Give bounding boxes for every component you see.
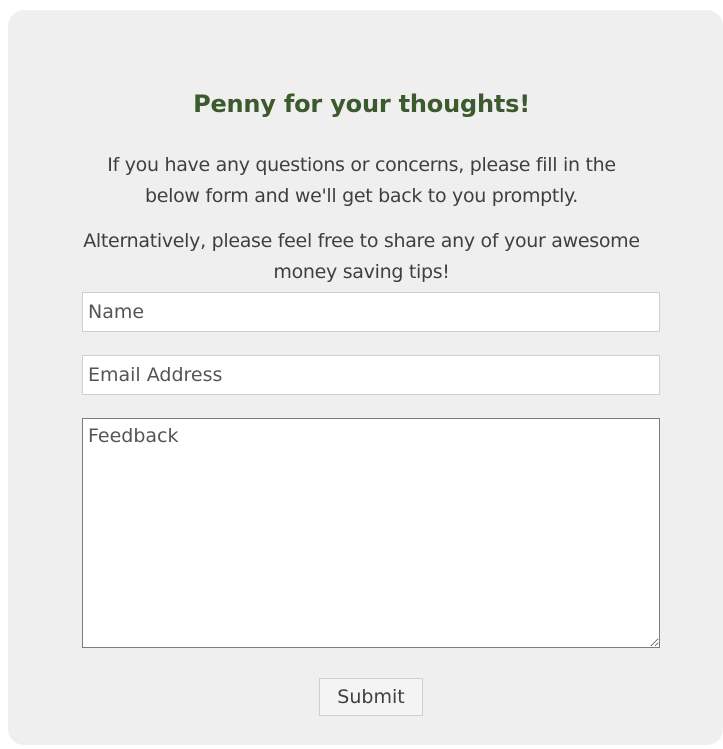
submit-button[interactable]: Submit bbox=[319, 678, 423, 716]
alternative-text: Alternatively, please feel free to share… bbox=[0, 226, 723, 288]
form-title: Penny for your thoughts! bbox=[193, 90, 530, 118]
intro-text: If you have any questions or concerns, p… bbox=[0, 150, 723, 212]
name-input[interactable] bbox=[82, 292, 660, 332]
intro-line-2: below form and we'll get back to you pro… bbox=[144, 185, 579, 207]
alternative-line-1: Alternatively, please feel free to share… bbox=[83, 230, 640, 252]
intro-line-1: If you have any questions or concerns, p… bbox=[107, 154, 616, 176]
alternative-line-2: money saving tips! bbox=[273, 261, 450, 283]
feedback-textarea[interactable] bbox=[82, 418, 660, 648]
feedback-card: Penny for your thoughts! If you have any… bbox=[8, 10, 723, 745]
email-input[interactable] bbox=[82, 355, 660, 395]
